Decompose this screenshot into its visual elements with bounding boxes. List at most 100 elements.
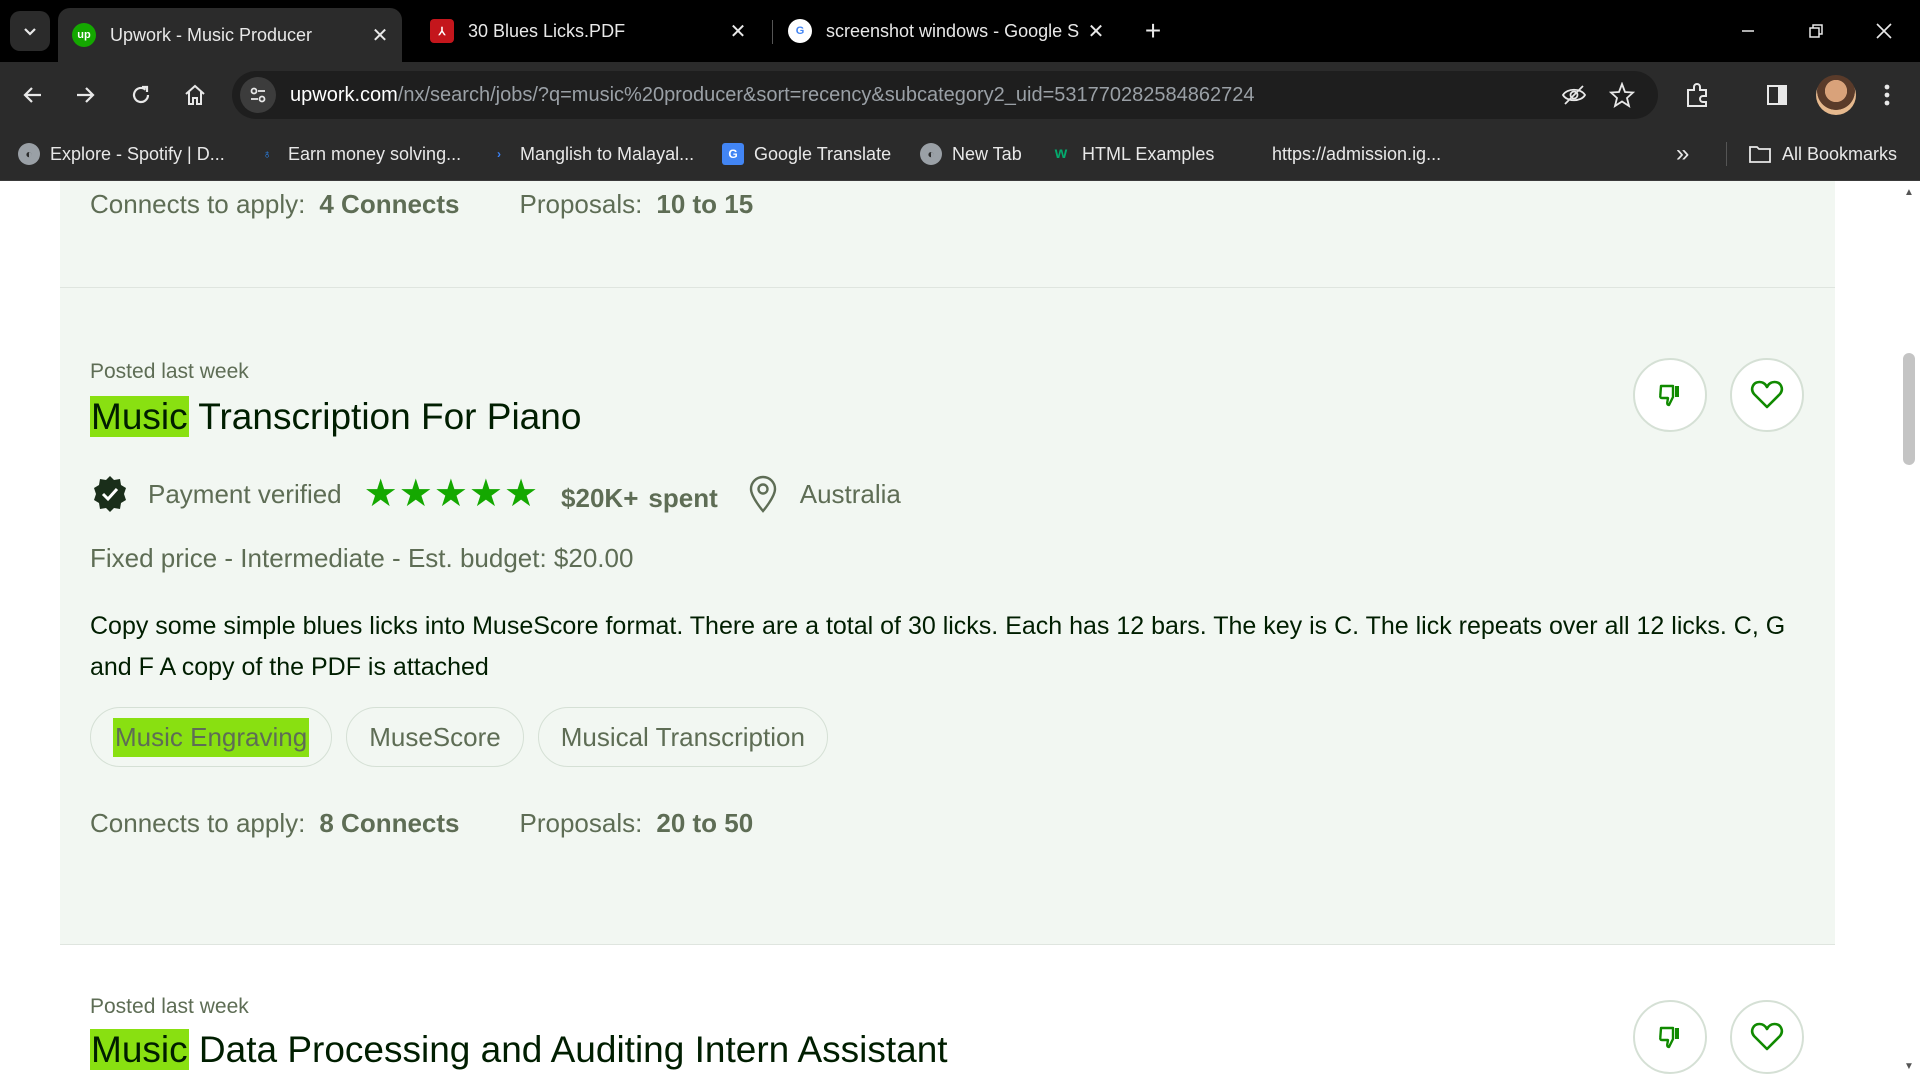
proposals-value: 20 to 50 — [656, 808, 754, 838]
job-description: Copy some simple blues licks into MuseSc… — [90, 612, 1786, 681]
home-button[interactable] — [176, 76, 214, 114]
skill-tag[interactable]: Music Engraving — [90, 707, 333, 767]
site-info-button[interactable] — [240, 77, 276, 113]
address-bar[interactable]: upwork.com/nx/search/jobs/?q=music%20pro… — [232, 71, 1658, 119]
menu-kebab-icon[interactable] — [1870, 78, 1904, 112]
more-bookmarks-icon[interactable]: » — [1676, 128, 1689, 180]
close-icon — [1876, 23, 1892, 39]
save-job-button[interactable] — [1730, 1000, 1804, 1074]
bookmarks-bar: ◐ Explore - Spotify | D... ♁ Earn money … — [0, 128, 1920, 181]
close-tab-icon[interactable]: ✕ — [366, 23, 394, 48]
all-bookmarks-label: All Bookmarks — [1782, 143, 1898, 164]
connects-value: 8 Connects — [319, 808, 460, 838]
tab-google[interactable]: G screenshot windows - Google S ✕ — [774, 8, 1118, 54]
job-title[interactable]: Music Data Processing and Auditing Inter… — [90, 1029, 948, 1071]
bookmark-label: Google Translate — [754, 143, 892, 164]
job-card[interactable]: Posted last week Music Transcription For… — [60, 288, 1835, 945]
scroll-thumb[interactable] — [1903, 353, 1915, 465]
browser-toolbar: upwork.com/nx/search/jobs/?q=music%20pro… — [0, 62, 1920, 128]
forward-button[interactable] — [66, 76, 104, 114]
job-meta-row: Connects to apply: 4 Connects Proposals:… — [90, 189, 753, 220]
bookmark-spotify[interactable]: ◐ Explore - Spotify | D... — [18, 128, 225, 180]
w3schools-icon: w — [1054, 145, 1068, 162]
tab-search-button[interactable] — [10, 11, 50, 51]
title-highlight: Music — [90, 1029, 189, 1070]
bookmark-star-icon[interactable] — [1608, 81, 1636, 109]
star-icon: ★ — [398, 473, 433, 515]
translate-icon: G — [722, 143, 744, 165]
tab-title: screenshot windows - Google S — [826, 20, 1080, 41]
globe-icon: ◐ — [920, 143, 942, 165]
bookmark-label: Explore - Spotify | D... — [50, 143, 225, 164]
tab-title: 30 Blues Licks.PDF — [468, 20, 626, 41]
arrow-right-icon — [77, 87, 95, 103]
reload-icon — [132, 85, 150, 104]
proposals-label: Proposals: — [519, 808, 643, 838]
bookmark-earn-money[interactable]: ♁ Earn money solving... — [256, 128, 462, 180]
estimated-budget: Est. budget: $20.00 — [407, 543, 634, 573]
profile-avatar[interactable] — [1816, 75, 1856, 115]
chevron-down-icon — [24, 28, 36, 36]
bookmarks-divider — [1726, 142, 1727, 166]
skills-list: Music Engraving MuseScore Musical Transc… — [90, 707, 842, 767]
new-tab-button[interactable]: + — [1136, 14, 1170, 48]
restore-button[interactable] — [1782, 0, 1850, 62]
minimize-button[interactable] — [1714, 0, 1782, 62]
posted-time: Posted last week — [90, 360, 249, 383]
side-panel-icon[interactable] — [1760, 78, 1794, 112]
job-card-next[interactable]: Posted last week Music Data Processing a… — [60, 945, 1835, 1080]
star-icon: ★ — [363, 473, 398, 515]
separator: - — [224, 543, 241, 573]
proposals-value: 10 to 15 — [656, 189, 754, 219]
connects-value: 4 Connects — [319, 189, 460, 219]
title-highlight: Music — [90, 396, 189, 437]
title-rest: Transcription For Piano — [188, 396, 582, 437]
scroll-up-icon[interactable]: ▲ — [1903, 187, 1915, 199]
tab-pdf[interactable]: ⅄ 30 Blues Licks.PDF ✕ — [416, 8, 760, 54]
separator: - — [392, 543, 408, 573]
tab-strip: up Upwork - Music Producer ✕ ⅄ 30 Blues … — [0, 0, 1920, 62]
bookmark-google-translate[interactable]: G Google Translate — [722, 128, 891, 180]
client-spent-label: spent — [648, 482, 718, 513]
url-text: upwork.com/nx/search/jobs/?q=music%20pro… — [290, 84, 1255, 107]
dislike-button[interactable] — [1633, 1000, 1707, 1074]
eye-off-icon[interactable] — [1560, 81, 1588, 109]
dislike-button[interactable] — [1633, 358, 1707, 432]
job-card-previous[interactable]: Connects to apply: 4 Connects Proposals:… — [60, 181, 1835, 288]
extensions-icon[interactable] — [1680, 78, 1714, 112]
close-tab-icon[interactable]: ✕ — [724, 19, 752, 44]
bookmark-manglish[interactable]: › Manglish to Malayal... — [488, 128, 694, 180]
close-tab-icon[interactable]: ✕ — [1082, 19, 1110, 44]
minimize-icon — [1742, 30, 1754, 32]
bookmark-new-tab[interactable]: ◐ New Tab — [920, 128, 1022, 180]
back-button[interactable] — [14, 76, 52, 114]
job-meta-row: Connects to apply: 8 Connects Proposals:… — [90, 808, 753, 839]
job-title[interactable]: Music Transcription For Piano — [90, 396, 581, 438]
bookmark-admission[interactable]: https://admission.ig... — [1272, 128, 1441, 180]
arrow-left-icon — [23, 87, 41, 103]
close-window-button[interactable] — [1850, 0, 1918, 62]
manglish-favicon-icon: › — [497, 147, 501, 161]
heart-icon — [1750, 1022, 1784, 1051]
page-scrollbar[interactable]: ▲ ▼ — [1898, 181, 1920, 1080]
bookmark-label: Earn money solving... — [288, 143, 462, 164]
heart-icon — [1750, 380, 1784, 409]
skill-tag[interactable]: Musical Transcription — [537, 707, 828, 767]
reload-button[interactable] — [122, 76, 160, 114]
skill-tag[interactable]: MuseScore — [346, 707, 524, 767]
url-host: upwork.com — [290, 83, 398, 106]
job-pricing: Fixed price - Intermediate - Est. budget… — [90, 543, 633, 574]
skill-label: MuseScore — [369, 721, 501, 752]
verified-badge-icon — [94, 476, 126, 512]
star-icon: ★ — [433, 473, 468, 515]
star-icon: ★ — [468, 473, 503, 515]
tab-upwork[interactable]: up Upwork - Music Producer ✕ — [58, 8, 402, 62]
url-path: /nx/search/jobs/?q=music%20producer&sort… — [397, 83, 1255, 106]
earn-money-favicon-icon: ♁ — [262, 147, 272, 161]
star-icon: ★ — [503, 473, 539, 515]
save-job-button[interactable] — [1730, 358, 1804, 432]
bookmark-html-examples[interactable]: w HTML Examples — [1050, 128, 1215, 180]
all-bookmarks-button[interactable]: All Bookmarks — [1748, 128, 1897, 180]
scroll-down-icon[interactable]: ▼ — [1903, 1061, 1915, 1073]
page-viewport: Connects to apply: 4 Connects Proposals:… — [0, 181, 1898, 1080]
